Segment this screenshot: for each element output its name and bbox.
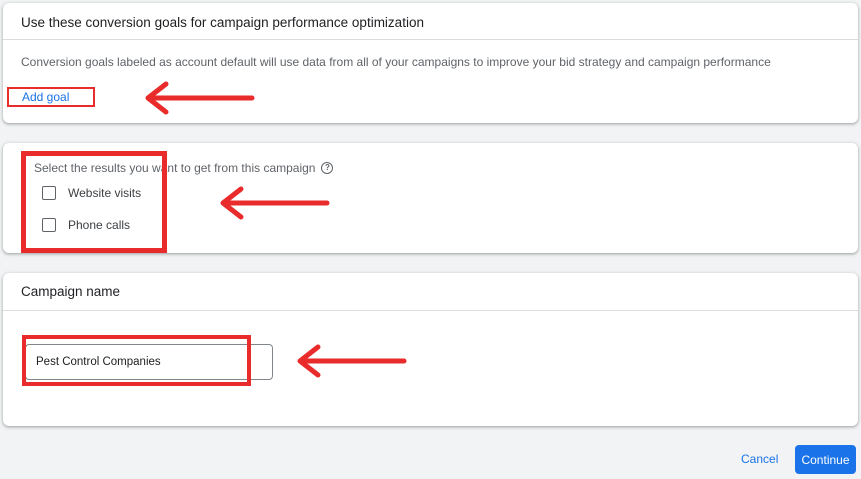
- campaign-name-title: Campaign name: [21, 284, 121, 299]
- phone-calls-option[interactable]: Phone calls: [42, 218, 130, 232]
- results-question: Select the results you want to get from …: [34, 161, 334, 175]
- results-card: Select the results you want to get from …: [3, 143, 858, 253]
- continue-button[interactable]: Continue: [795, 445, 856, 474]
- divider: [3, 39, 858, 40]
- conversion-goals-description: Conversion goals labeled as account defa…: [21, 55, 771, 69]
- website-visits-label: Website visits: [68, 186, 142, 200]
- campaign-name-card: Campaign name: [3, 273, 858, 426]
- campaign-name-input[interactable]: [25, 344, 273, 380]
- phone-calls-checkbox[interactable]: [42, 218, 56, 232]
- add-goal-link[interactable]: Add goal: [22, 90, 69, 104]
- conversion-goals-card: Use these conversion goals for campaign …: [3, 3, 858, 123]
- help-icon[interactable]: ?: [321, 162, 334, 174]
- conversion-goals-title: Use these conversion goals for campaign …: [21, 15, 424, 30]
- divider: [3, 310, 858, 311]
- website-visits-option[interactable]: Website visits: [42, 186, 141, 200]
- phone-calls-label: Phone calls: [68, 218, 131, 232]
- cancel-button[interactable]: Cancel: [741, 452, 778, 466]
- results-question-text: Select the results you want to get from …: [34, 161, 316, 175]
- website-visits-checkbox[interactable]: [42, 186, 56, 200]
